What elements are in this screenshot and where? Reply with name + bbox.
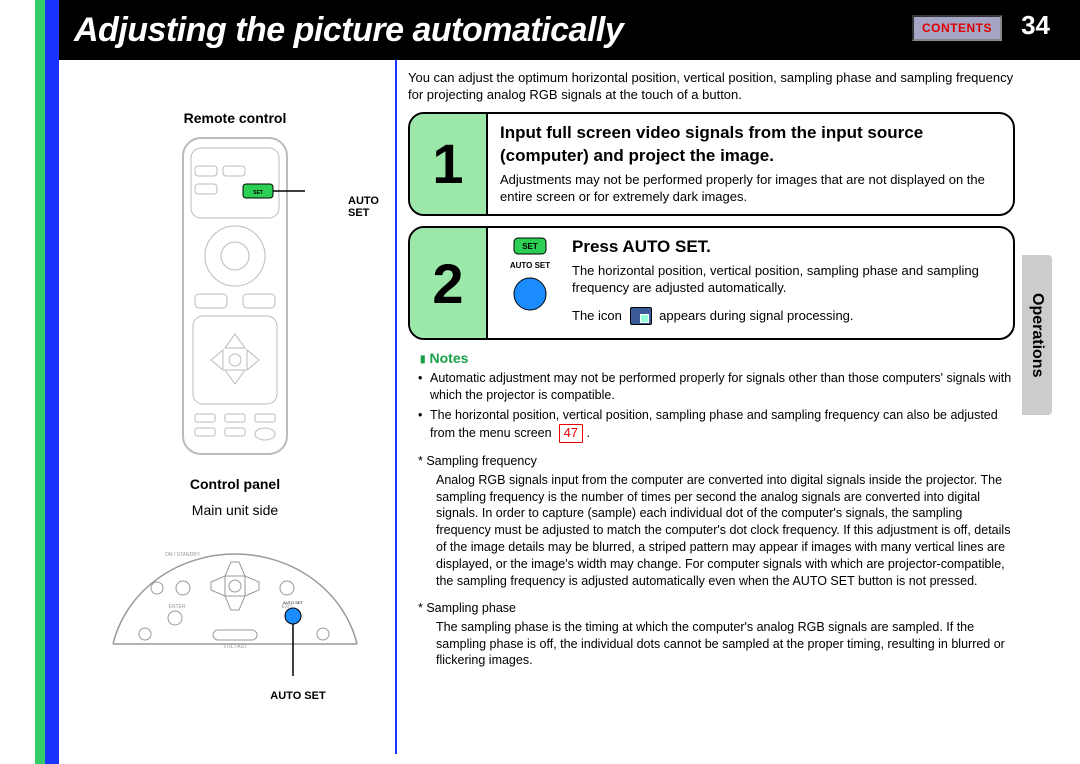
sampling-phase-text: The sampling phase is the timing at whic… — [418, 619, 1015, 670]
processing-icon — [630, 307, 652, 325]
sampling-phase-label: Sampling phase — [418, 601, 516, 615]
step-1-title: Input full screen video signals from the… — [500, 122, 1001, 168]
step-1-box: 1 Input full screen video signals from t… — [408, 112, 1015, 216]
svg-text:SET: SET — [253, 190, 263, 196]
control-panel-sub: Main unit side — [100, 502, 370, 518]
step-1-desc: Adjustments may not be performed properl… — [500, 171, 1001, 206]
vertical-divider — [395, 60, 397, 754]
left-panel: Remote control SET AUTO SET Control pane… — [100, 110, 370, 676]
icon-text-pre: The icon — [572, 308, 622, 323]
section-tab-operations[interactable]: Operations — [1022, 255, 1052, 415]
step-2-desc-b: The icon appears during signal processin… — [572, 307, 1001, 326]
step-1-number: 1 — [410, 114, 488, 214]
sampling-frequency-text: Analog RGB signals input from the comput… — [418, 472, 1015, 590]
svg-text:ENTER: ENTER — [169, 604, 186, 610]
panel-autoset-callout: AUTO SET — [258, 690, 338, 702]
autoset-label: AUTO SET — [510, 261, 550, 270]
sampling-frequency-label: Sampling frequency — [418, 454, 537, 468]
sampling-phase-section: Sampling phase The sampling phase is the… — [408, 600, 1015, 670]
autoset-button-illustration: SET AUTO SET — [500, 236, 560, 331]
notes-section: Notes Automatic adjustment may not be pe… — [408, 350, 1015, 443]
step-2-desc-a: The horizontal position, vertical positi… — [572, 262, 1001, 297]
svg-text:VOL / ADJ: VOL / ADJ — [223, 644, 247, 650]
note-text: The horizontal position, vertical positi… — [430, 408, 998, 440]
notes-heading: Notes — [420, 350, 1015, 366]
note-item: The horizontal position, vertical positi… — [418, 407, 1015, 443]
step-2-body: SET AUTO SET Press AUTO SET. The horizon… — [488, 228, 1013, 339]
svg-text:AUTO SET: AUTO SET — [283, 600, 303, 605]
control-panel-label: Control panel — [100, 476, 370, 492]
step-2-box: 2 SET AUTO SET Press AUTO SET. The horiz… — [408, 226, 1015, 341]
remote-control-label: Remote control — [100, 110, 370, 126]
remote-control-illustration: SET — [165, 136, 305, 456]
remote-autoset-callout: AUTO SET — [348, 195, 379, 219]
page-number: 34 — [1021, 10, 1050, 41]
note-item: Automatic adjustment may not be performe… — [418, 370, 1015, 404]
contents-button[interactable]: CONTENTS — [912, 15, 1002, 41]
margin-green-bar — [35, 0, 45, 764]
page-reference-47[interactable]: 47 — [559, 424, 583, 443]
intro-text: You can adjust the optimum horizontal po… — [408, 70, 1015, 104]
step-2-title: Press AUTO SET. — [572, 236, 1001, 259]
main-content: You can adjust the optimum horizontal po… — [408, 70, 1015, 669]
svg-text:ON / STANDBY: ON / STANDBY — [165, 552, 201, 558]
margin-blue-bar — [45, 0, 59, 764]
icon-text-post: appears during signal processing. — [659, 308, 853, 323]
control-panel-illustration: ON / STANDBY ENTER EXIT AUTO SET VOL / A… — [105, 526, 365, 676]
step-2-number: 2 — [410, 228, 488, 339]
step-1-body: Input full screen video signals from the… — [488, 114, 1013, 214]
set-label: SET — [522, 242, 538, 251]
page-title: Adjusting the picture automatically — [74, 11, 623, 50]
sampling-frequency-section: Sampling frequency Analog RGB signals in… — [408, 453, 1015, 590]
